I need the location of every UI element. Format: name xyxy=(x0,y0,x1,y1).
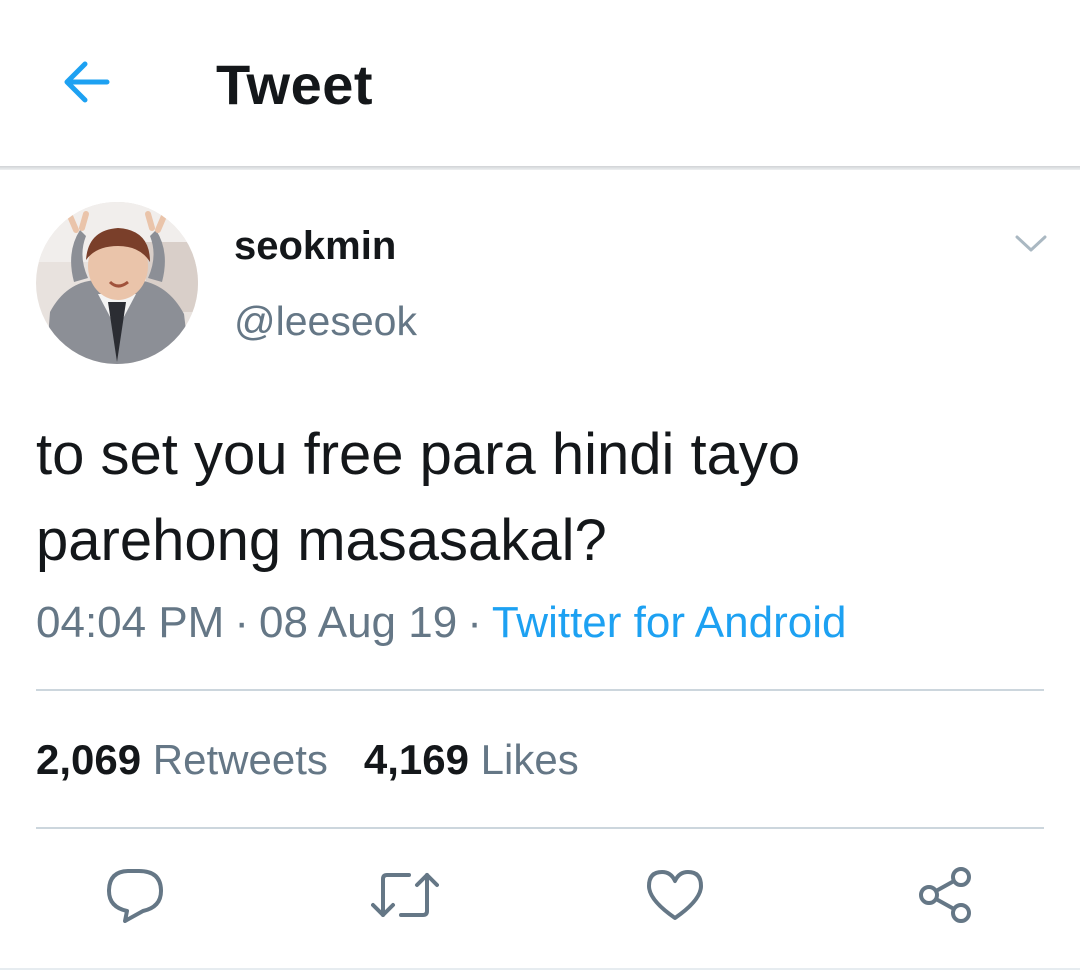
arrow-left-icon xyxy=(59,58,113,111)
tweet-stats: 2,069 Retweets 4,169 Likes xyxy=(36,736,579,784)
retweets-count: 2,069 xyxy=(36,736,142,783)
share-icon xyxy=(915,865,975,930)
bottom-divider xyxy=(0,968,1080,970)
like-button[interactable] xyxy=(640,862,710,932)
tweet-source-link[interactable]: Twitter for Android xyxy=(492,598,847,647)
tweet-time: 04:04 PM xyxy=(36,598,225,647)
likes-stat[interactable]: 4,169 Likes xyxy=(364,736,579,784)
retweet-button[interactable] xyxy=(370,862,440,932)
tweet-menu-button[interactable] xyxy=(1008,226,1054,266)
retweets-stat[interactable]: 2,069 Retweets xyxy=(36,736,328,784)
tweet-text-line: parehong masasakal? xyxy=(36,508,607,573)
divider xyxy=(36,827,1044,829)
tweet-metadata: 04:04 PM · 08 Aug 19 · Twitter for Android xyxy=(36,598,846,648)
like-icon xyxy=(645,868,705,927)
user-handle[interactable]: @leeseok xyxy=(234,298,417,345)
share-button[interactable] xyxy=(910,862,980,932)
header-divider xyxy=(0,166,1080,170)
page-title: Tweet xyxy=(216,53,374,116)
retweets-label: Retweets xyxy=(152,736,328,783)
top-app-bar: Tweet xyxy=(0,0,1080,168)
retweet-icon xyxy=(371,869,439,926)
divider xyxy=(36,689,1044,691)
back-button[interactable] xyxy=(56,56,116,112)
tweet-text-line: to set you free para hindi tayo xyxy=(36,422,801,487)
display-name[interactable]: seokmin xyxy=(234,224,396,269)
reply-button[interactable] xyxy=(100,862,170,932)
tweet-date: 08 Aug 19 xyxy=(259,598,458,647)
chevron-down-icon xyxy=(1014,234,1048,259)
tweet-text: to set you free para hindi tayo parehong… xyxy=(36,412,1036,584)
likes-label: Likes xyxy=(480,736,579,783)
avatar[interactable] xyxy=(36,202,198,364)
meta-separator: · xyxy=(234,598,249,647)
meta-separator: · xyxy=(467,598,482,647)
likes-count: 4,169 xyxy=(363,736,469,783)
reply-icon xyxy=(105,867,165,928)
